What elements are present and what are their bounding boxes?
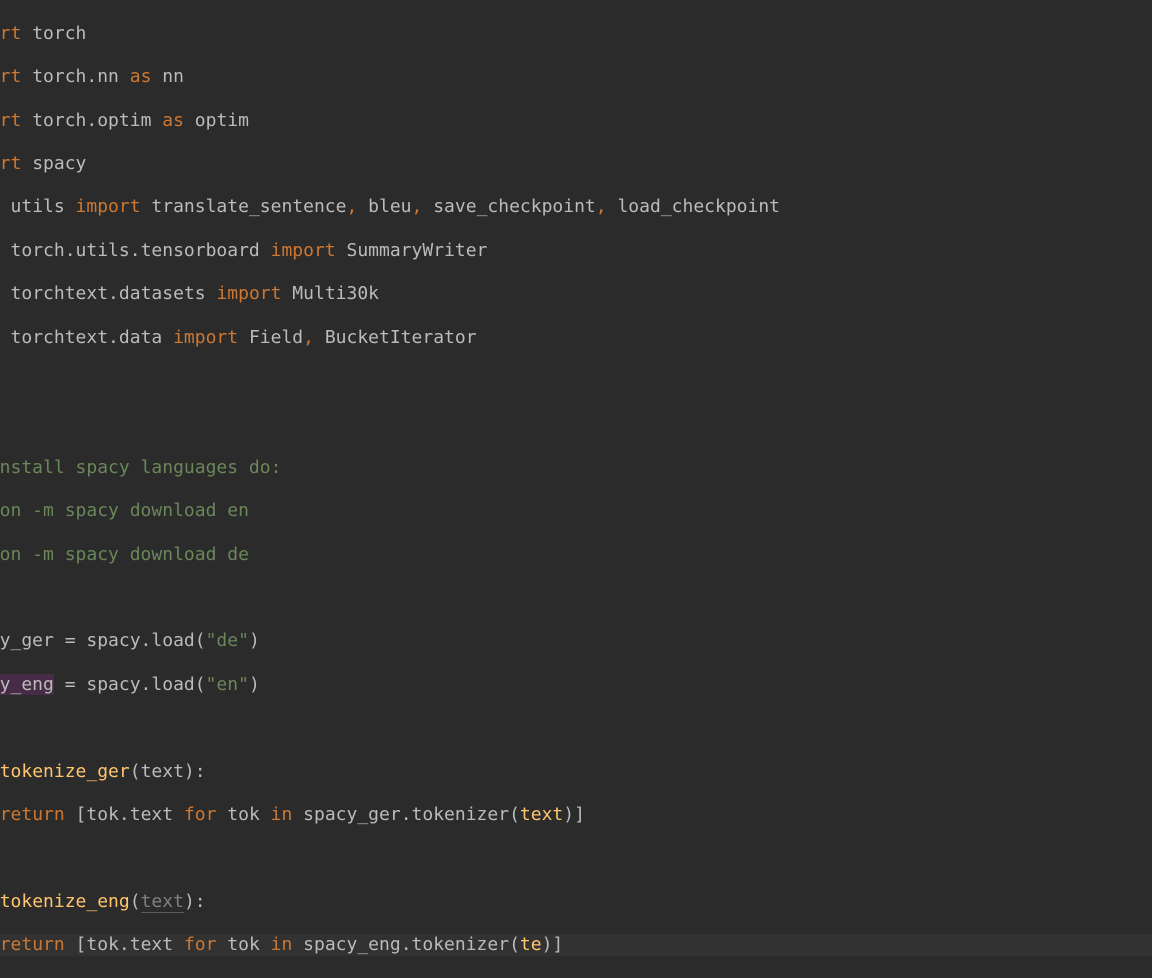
code-line: "	[0, 587, 1152, 609]
code-line: om torchtext.datasets import Multi30k	[0, 283, 1152, 305]
code-line	[0, 370, 1152, 392]
code-line: install spacy languages do:	[0, 457, 1152, 479]
code-line: return [tok.text for tok in spacy_ger.to…	[0, 804, 1152, 826]
code-line: f tokenize_ger(text):	[0, 761, 1152, 783]
code-line: port torch	[0, 23, 1152, 45]
code-line: om torch.utils.tensorboard import Summar…	[0, 240, 1152, 262]
code-editor[interactable]: port torch port torch.nn as nn port torc…	[0, 0, 1152, 978]
code-line-current: return [tok.text for tok in spacy_eng.to…	[0, 934, 1152, 956]
code-line: thon -m spacy download en	[0, 500, 1152, 522]
code-line: "	[0, 413, 1152, 435]
code-line: om torchtext.data import Field, BucketIt…	[0, 327, 1152, 349]
code-line: f tokenize_eng(text):	[0, 891, 1152, 913]
code-line	[0, 847, 1152, 869]
code-line: port torch.nn as nn	[0, 66, 1152, 88]
code-line	[0, 717, 1152, 739]
code-line: acy_ger = spacy.load("de")	[0, 630, 1152, 652]
code-line: thon -m spacy download de	[0, 544, 1152, 566]
code-line: om utils import translate_sentence, bleu…	[0, 196, 1152, 218]
code-line: port torch.optim as optim	[0, 110, 1152, 132]
code-line: port spacy	[0, 153, 1152, 175]
code-line: acy_eng = spacy.load("en")	[0, 674, 1152, 696]
